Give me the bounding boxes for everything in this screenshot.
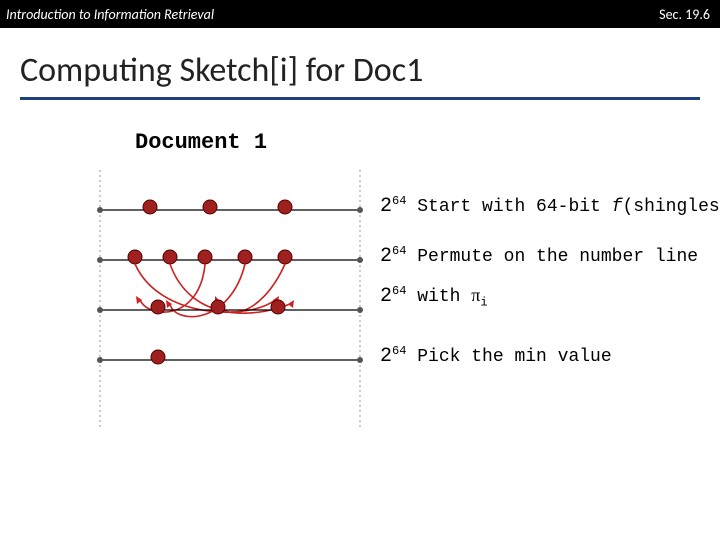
diagram-stage: Document 1 <box>0 100 720 520</box>
row2-line <box>97 250 363 264</box>
document-label: Document 1 <box>135 130 267 155</box>
row2-label: 264 Permute on the number line <box>380 244 698 268</box>
row4-label: 264 Pick the min value <box>380 344 612 368</box>
title-block: Computing Sketch[i] for Doc1 <box>0 28 720 100</box>
row4-line <box>97 350 363 364</box>
slide-title: Computing Sketch[i] for Doc1 <box>20 50 700 97</box>
sketch-diagram <box>80 170 380 440</box>
row1-line <box>97 200 363 214</box>
course-title: Introduction to Information Retrieval <box>0 6 214 23</box>
section-label: Sec. 19.6 <box>659 6 720 23</box>
top-bar: Introduction to Information Retrieval Se… <box>0 0 720 28</box>
row1-label: 264 Start with 64-bit f(shingles) <box>380 194 720 218</box>
row3-label: 264 with πi <box>380 284 488 310</box>
